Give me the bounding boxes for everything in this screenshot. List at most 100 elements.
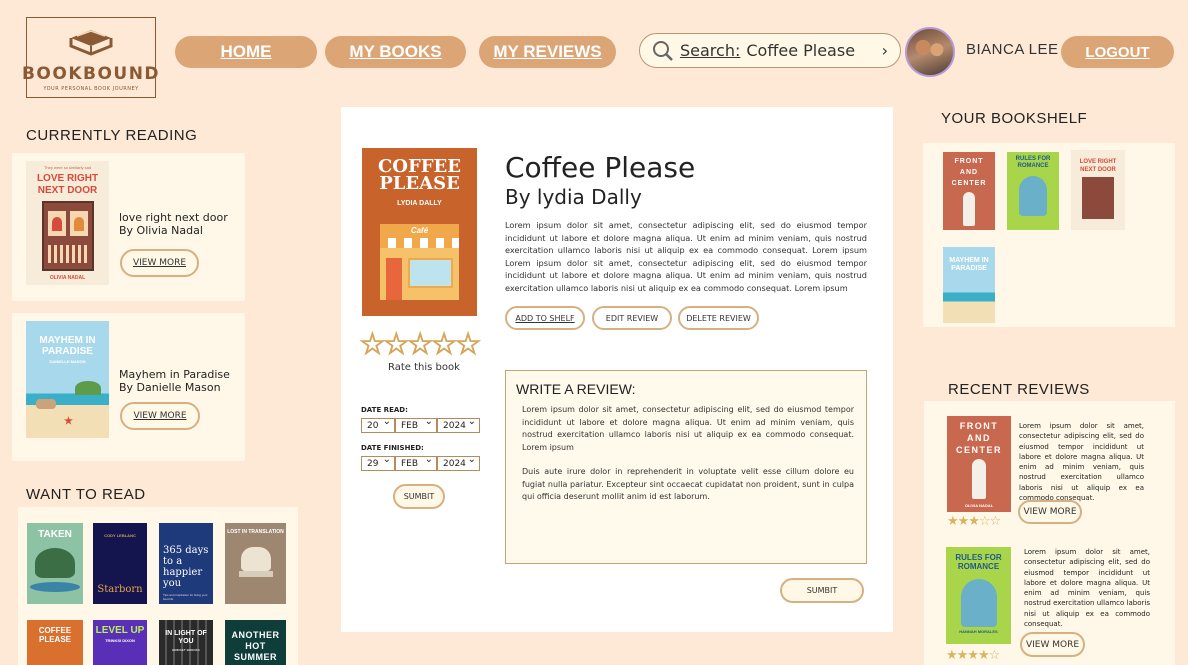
user-name: BIANCA LEE [966,41,1059,58]
review-paragraph: Duis aute irure dolor in reprehenderit i… [522,467,854,501]
book-title-text: love right next door [119,211,228,224]
want-to-read-title: WANT TO READ [26,486,146,503]
book-title-text: Mayhem in Paradise [119,368,230,381]
book-description: Lorem ipsum dolor sit amet, consectetur … [505,220,867,293]
date-read-month-select[interactable]: FEB [395,416,437,433]
book-cover[interactable]: FRONT AND CENTER OLIVIA NADAL [947,416,1011,512]
cover-author: DANIELLE MASON [49,359,86,364]
search-bar[interactable]: Search: Coffee Please › [639,33,901,68]
book-title: love right next door By Olivia Nadal [119,211,228,237]
review-heading: WRITE A REVIEW: [516,381,636,397]
review-text: Lorem ipsum dolor sit amet, consectetur … [1019,422,1144,503]
cover-title: COFFEE PLEASE [377,156,461,194]
book-cover[interactable]: FRONT AND CENTER [943,152,995,230]
date-finished-label: DATE FINISHED: [361,444,424,452]
search-input[interactable]: Coffee Please [746,41,855,60]
delete-review-button[interactable]: DELETE REVIEW [678,306,759,330]
recent-reviews-list: FRONT AND CENTER OLIVIA NADAL ★★★☆☆ Lore… [924,401,1175,665]
nav-my-books-button[interactable]: MY BOOKS [325,36,466,68]
book-cover: COFFEE PLEASE LYDIA DALLY Café [362,148,477,316]
book-cover[interactable]: MAYHEM IN PARADISE DANIELLE MASON ★ [26,321,109,438]
brand-name: BOOKBOUND [21,64,161,84]
nav-my-reviews-button[interactable]: MY REVIEWS [479,36,616,68]
cover-title: LOVE RIGHT NEXT DOOR [36,173,99,196]
cover-title: LOST IN TRANSLATION [227,529,284,535]
cover-title: TAKEN [38,529,72,540]
date-finished-day-select[interactable]: 29 [361,454,395,471]
cover-title: Starborn [97,584,143,595]
logo[interactable]: BOOKBOUND YOUR PERSONAL BOOK JOURNEY [22,17,159,98]
view-more-button[interactable]: VIEW MORE [1018,500,1082,524]
book-cover[interactable]: MAYHEM IN PARADISE [943,247,995,323]
cover-title: FRONT AND CENTER [951,158,987,187]
book-cover[interactable]: LOST IN TRANSLATION [225,523,286,604]
book-cover[interactable]: LEVEL UP TRINKSI DIXON [93,620,147,665]
cover-tagline: They were so similarly sad [43,165,92,170]
date-finished-month-select[interactable]: FEB [395,454,437,471]
book-stack-icon [69,30,113,56]
book-cover[interactable]: They were so similarly sad LOVE RIGHT NE… [26,161,109,285]
book-cover[interactable]: LOVE RIGHT NEXT DOOR [1071,150,1125,230]
view-more-button[interactable]: VIEW MORE [120,402,200,430]
review-textarea[interactable]: WRITE A REVIEW: Lorem ipsum dolor sit am… [505,370,867,564]
rating-stars[interactable]: ☆☆☆☆☆ [358,327,482,363]
cover-title: IN LIGHT OF YOU [165,630,207,645]
review-text: Lorem ipsum dolor sit amet, consectetur … [1024,548,1150,629]
recent-reviews-title: RECENT REVIEWS [948,381,1090,398]
cover-author: BRIDGET BROOKS [172,648,200,652]
book-cover[interactable]: TAKEN [27,523,83,604]
book-cover[interactable]: COFFEE PLEASE [27,620,83,665]
cover-author: OLIVIA NADAL [49,275,86,281]
cover-title: FRONT AND CENTER [955,421,1002,455]
review-rating-stars: ★★★☆☆ [947,514,1001,529]
book-cover[interactable]: RULES FOR ROMANCE HANNAH MORALES [946,547,1011,644]
brand-tagline: YOUR PERSONAL BOOK JOURNEY [43,86,139,92]
view-more-button[interactable]: VIEW MORE [1020,632,1085,657]
avatar[interactable] [905,27,955,77]
review-rating-stars: ★★★★☆ [946,648,1000,663]
date-finished-year-select[interactable]: 2024 [437,454,480,471]
book-title: Coffee Please [505,151,696,184]
book-author: By lydia Dally [505,185,642,209]
cover-author: TRINKSI DIXON [105,638,135,643]
cover-title: RULES FOR ROMANCE [955,553,1002,571]
date-read-year-select[interactable]: 2024 [437,416,480,433]
cover-author: OLIVIA NADAL [964,503,994,508]
currently-reading-title: CURRENTLY READING [26,127,198,144]
currently-reading-card: MAYHEM IN PARADISE DANIELLE MASON ★ Mayh… [12,313,245,461]
view-more-button[interactable]: VIEW MORE [120,249,199,277]
cover-title: MAYHEM IN PARADISE [39,335,96,357]
rate-label: Rate this book [388,362,460,373]
book-title: Mayhem in Paradise By Danielle Mason [119,368,230,394]
bookshelf-title: YOUR BOOKSHELF [941,110,1088,127]
search-label: Search: [680,41,741,60]
want-to-read-grid: TAKEN CODY LEBLANC Starborn 365 days to … [18,507,298,665]
edit-review-button[interactable]: EDIT REVIEW [592,306,672,330]
book-author: By Olivia Nadal [119,224,203,237]
date-submit-button[interactable]: SUMBIT [393,484,445,509]
book-cover[interactable]: RULES FOR ROMANCE [1007,152,1059,230]
review-paragraph: Lorem ipsum dolor sit amet, consectetur … [522,405,854,452]
add-to-shelf-button[interactable]: ADD TO SHELF [505,306,585,330]
cover-author: Tips and inspiration for living your bes… [163,593,208,601]
cafe-sign: Café [380,224,459,238]
cover-title: COFFEE PLEASE [38,626,72,644]
date-read-label: DATE READ: [361,406,408,414]
cover-title: ANOTHER HOT SUMMER [231,630,280,662]
cover-title: RULES FOR ROMANCE [1015,156,1051,169]
book-cover[interactable]: ANOTHER HOT SUMMER [225,620,286,665]
cover-author: LYDIA DALLY [397,200,442,207]
book-cover[interactable]: IN LIGHT OF YOU BRIDGET BROOKS [159,620,213,665]
cover-author: HANNAH MORALES [959,629,998,634]
chevron-right-icon[interactable]: › [882,41,888,60]
cover-title: MAYHEM IN PARADISE [949,257,989,272]
book-cover[interactable]: 365 days to a happier you Tips and inspi… [159,523,213,604]
book-author: By Danielle Mason [119,381,221,394]
book-cover[interactable]: CODY LEBLANC Starborn [93,523,147,604]
book-detail-panel: COFFEE PLEASE LYDIA DALLY Café ☆☆☆☆☆ Rat… [341,107,893,632]
nav-home-button[interactable]: HOME [175,36,317,68]
logout-button[interactable]: LOGOUT [1061,36,1174,68]
review-submit-button[interactable]: SUMBIT [780,578,864,603]
currently-reading-card: They were so similarly sad LOVE RIGHT NE… [12,153,245,301]
date-read-day-select[interactable]: 20 [361,416,395,433]
